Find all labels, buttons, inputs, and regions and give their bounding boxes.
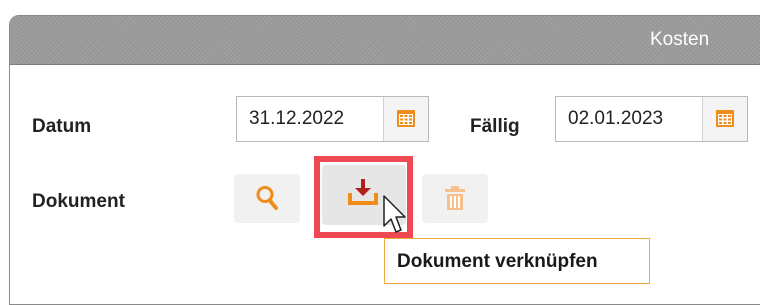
document-label: Dokument [32,191,125,212]
tooltip-text: Dokument verknüpfen [397,251,598,272]
trash-icon [445,186,465,210]
panel-title: Kosten [650,29,710,50]
search-icon [256,186,278,210]
panel-header: Kosten [10,16,760,65]
due-date-calendar-button[interactable] [702,97,747,141]
date-calendar-button[interactable] [383,97,428,141]
calendar-icon [397,110,415,127]
date-field[interactable]: 31.12.2022 [236,96,429,142]
due-date-value: 02.01.2023 [568,108,664,129]
calendar-icon [716,110,734,127]
tooltip: Dokument verknüpfen [384,238,650,284]
due-label: Fällig [470,116,520,137]
delete-document-button[interactable] [422,174,488,223]
due-date-field[interactable]: 02.01.2023 [555,96,748,142]
search-document-button[interactable] [234,174,300,223]
date-label: Datum [32,116,92,137]
date-value: 31.12.2022 [249,108,345,129]
mouse-pointer-icon [383,195,406,233]
